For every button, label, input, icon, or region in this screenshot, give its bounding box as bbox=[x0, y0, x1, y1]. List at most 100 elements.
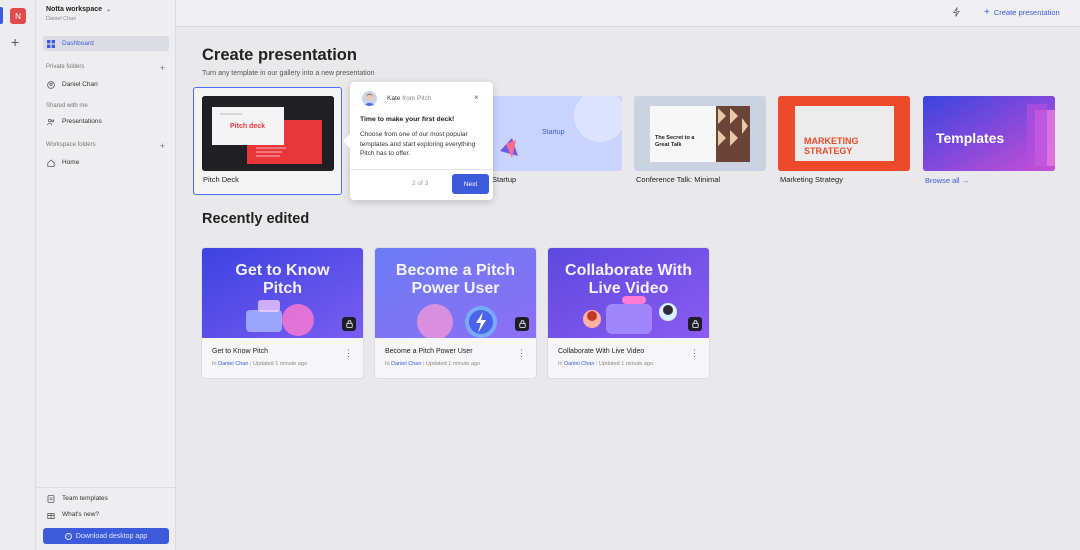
workspace-name: Notta workspace bbox=[46, 6, 103, 13]
recent-card-get-to-know-pitch[interactable]: Get to Know Pitch Get to Know Pitch In D… bbox=[202, 248, 363, 378]
page-subtitle: Turn any template in our gallery into a … bbox=[202, 70, 375, 77]
author-name: Kate bbox=[387, 95, 401, 102]
sidebar-item-daniel-chan[interactable]: Daniel Chan bbox=[43, 77, 169, 92]
chevron-down-icon: ⌄ bbox=[106, 7, 112, 13]
tooltip-author: Kate from Pitch bbox=[387, 95, 431, 102]
workspace-user: Daniel Chan bbox=[46, 16, 77, 22]
workspace-folders-heading: Workspace folders bbox=[46, 142, 96, 148]
tooltip-title: Time to make your first deck! bbox=[360, 116, 455, 123]
workspace-avatar[interactable]: N bbox=[10, 8, 26, 24]
lock-icon bbox=[688, 317, 702, 331]
download-desktop-app-button[interactable]: ↓ Download desktop app bbox=[43, 528, 169, 544]
recent-card-power-user[interactable]: Become a Pitch Power User Become a Pitch… bbox=[375, 248, 536, 378]
marketing-thumbnail bbox=[778, 96, 910, 171]
sidebar-item-label: Presentations bbox=[62, 118, 102, 125]
home-icon bbox=[47, 158, 55, 167]
conference-thumbnail bbox=[634, 96, 766, 171]
owner-link[interactable]: Daniel Chan bbox=[564, 361, 594, 367]
template-card-startup[interactable]: Startup bbox=[490, 96, 622, 171]
create-presentation-button[interactable]: + Create presentation bbox=[984, 6, 1060, 18]
sidebar-divider bbox=[37, 487, 176, 488]
tooltip-body: Choose from one of our most popular temp… bbox=[360, 131, 476, 157]
add-private-folder-button[interactable]: + bbox=[160, 64, 165, 73]
bolt-icon[interactable] bbox=[953, 7, 960, 19]
add-workspace-button[interactable]: + bbox=[11, 35, 19, 49]
more-options-icon[interactable]: ⋮ bbox=[517, 349, 526, 358]
recent-card-name: Get to Know Pitch bbox=[212, 348, 269, 355]
template-card-pitch-deck[interactable]: Pitch deck bbox=[202, 96, 334, 171]
tooltip-divider bbox=[350, 169, 493, 170]
page-title: Create presentation bbox=[202, 46, 357, 64]
sidebar-item-whats-new[interactable]: What's new? bbox=[43, 507, 169, 522]
owner-link[interactable]: Daniel Chan bbox=[391, 361, 421, 367]
meta-separator: | bbox=[422, 361, 425, 367]
sidebar-item-team-templates[interactable]: Team templates bbox=[43, 491, 169, 506]
template-thumb-text: The Secret to a Great Talk bbox=[655, 135, 695, 148]
recent-thumb-title: Become a Pitch Power User bbox=[395, 262, 516, 297]
onboarding-tooltip: Kate from Pitch × Time to make your firs… bbox=[342, 82, 493, 200]
close-icon[interactable]: × bbox=[474, 93, 479, 102]
shared-with-me-heading: Shared with me bbox=[46, 103, 88, 109]
template-label: Marketing Strategy bbox=[780, 175, 843, 184]
sidebar-item-presentations[interactable]: Presentations bbox=[43, 114, 169, 129]
meta-in: In bbox=[212, 361, 217, 367]
template-card-browse[interactable]: Templates bbox=[923, 96, 1055, 171]
sidebar-item-label: Dashboard bbox=[62, 40, 94, 47]
template-thumb-text: MARKETING STRATEGY bbox=[804, 136, 859, 156]
users-icon bbox=[47, 118, 55, 126]
next-button[interactable]: Next bbox=[452, 174, 489, 194]
lock-icon bbox=[342, 317, 356, 331]
avatar bbox=[362, 91, 377, 106]
meta-in: In bbox=[558, 361, 563, 367]
more-options-icon[interactable]: ⋮ bbox=[344, 349, 353, 358]
tooltip-arrow bbox=[342, 133, 358, 149]
template-thumb-text: Pitch deck bbox=[230, 123, 266, 130]
template-thumb-text: Templates bbox=[936, 130, 1005, 146]
rail-active-indicator bbox=[0, 7, 3, 24]
owner-link[interactable]: Daniel Chan bbox=[218, 361, 248, 367]
sidebar-item-dashboard[interactable]: Dashboard bbox=[43, 36, 169, 51]
recent-card-meta: In Daniel Chan | Updated 1 minute ago bbox=[385, 361, 480, 367]
template-thumb-text: Startup bbox=[542, 129, 565, 136]
template-icon bbox=[47, 494, 55, 503]
meta-in: In bbox=[385, 361, 390, 367]
add-workspace-folder-button[interactable]: + bbox=[160, 142, 165, 151]
meta-separator: | bbox=[595, 361, 598, 367]
updated-time: Updated 1 minute ago bbox=[252, 361, 308, 367]
sidebar: Notta workspace ⌄ Daniel Chan Dashboard P… bbox=[37, 0, 176, 550]
plus-icon: + bbox=[984, 6, 990, 18]
dashboard-icon bbox=[47, 39, 55, 48]
recent-card-name: Become a Pitch Power User bbox=[385, 348, 473, 355]
recent-card-live-video[interactable]: Collaborate With Live Video Collaborate … bbox=[548, 248, 709, 378]
gift-icon bbox=[47, 511, 55, 519]
tooltip-step-counter: 2 of 3 bbox=[412, 180, 429, 187]
download-icon: ↓ bbox=[64, 532, 72, 540]
sidebar-item-home[interactable]: Home bbox=[43, 155, 169, 170]
lock-icon bbox=[515, 317, 529, 331]
recently-edited-heading: Recently edited bbox=[202, 211, 310, 227]
updated-time: Updated 1 minute ago bbox=[598, 361, 654, 367]
template-label: Conference Talk: Minimal bbox=[636, 175, 721, 184]
more-options-icon[interactable]: ⋮ bbox=[690, 349, 699, 358]
pitch-deck-thumbnail bbox=[202, 96, 334, 171]
private-folders-heading: Private folders bbox=[46, 64, 85, 70]
create-presentation-label: Create presentation bbox=[993, 8, 1060, 17]
template-label: Startup bbox=[492, 175, 517, 184]
recent-card-meta: In Daniel Chan | Updated 1 minute ago bbox=[212, 361, 307, 367]
recent-thumb-title: Get to Know Pitch bbox=[235, 262, 330, 297]
browse-all-link[interactable]: Browse all → bbox=[925, 176, 969, 185]
app-rail: N + bbox=[0, 0, 36, 550]
template-card-conference-talk[interactable]: The Secret to a Great Talk bbox=[634, 96, 766, 171]
author-source: from Pitch bbox=[402, 95, 432, 102]
workspace-switcher[interactable]: Notta workspace ⌄ bbox=[46, 6, 111, 13]
download-label: Download desktop app bbox=[75, 532, 148, 540]
top-bar: + Create presentation bbox=[176, 0, 1080, 27]
recent-thumb-title: Collaborate With Live Video bbox=[565, 262, 692, 297]
updated-time: Updated 1 minute ago bbox=[425, 361, 481, 367]
sidebar-item-label: Team templates bbox=[62, 495, 108, 502]
template-label: Pitch Deck bbox=[203, 175, 239, 184]
meta-separator: | bbox=[249, 361, 252, 367]
sidebar-item-label: Daniel Chan bbox=[62, 81, 98, 88]
template-card-marketing-strategy[interactable]: MARKETING STRATEGY bbox=[778, 96, 910, 171]
sidebar-item-label: Home bbox=[62, 159, 80, 166]
